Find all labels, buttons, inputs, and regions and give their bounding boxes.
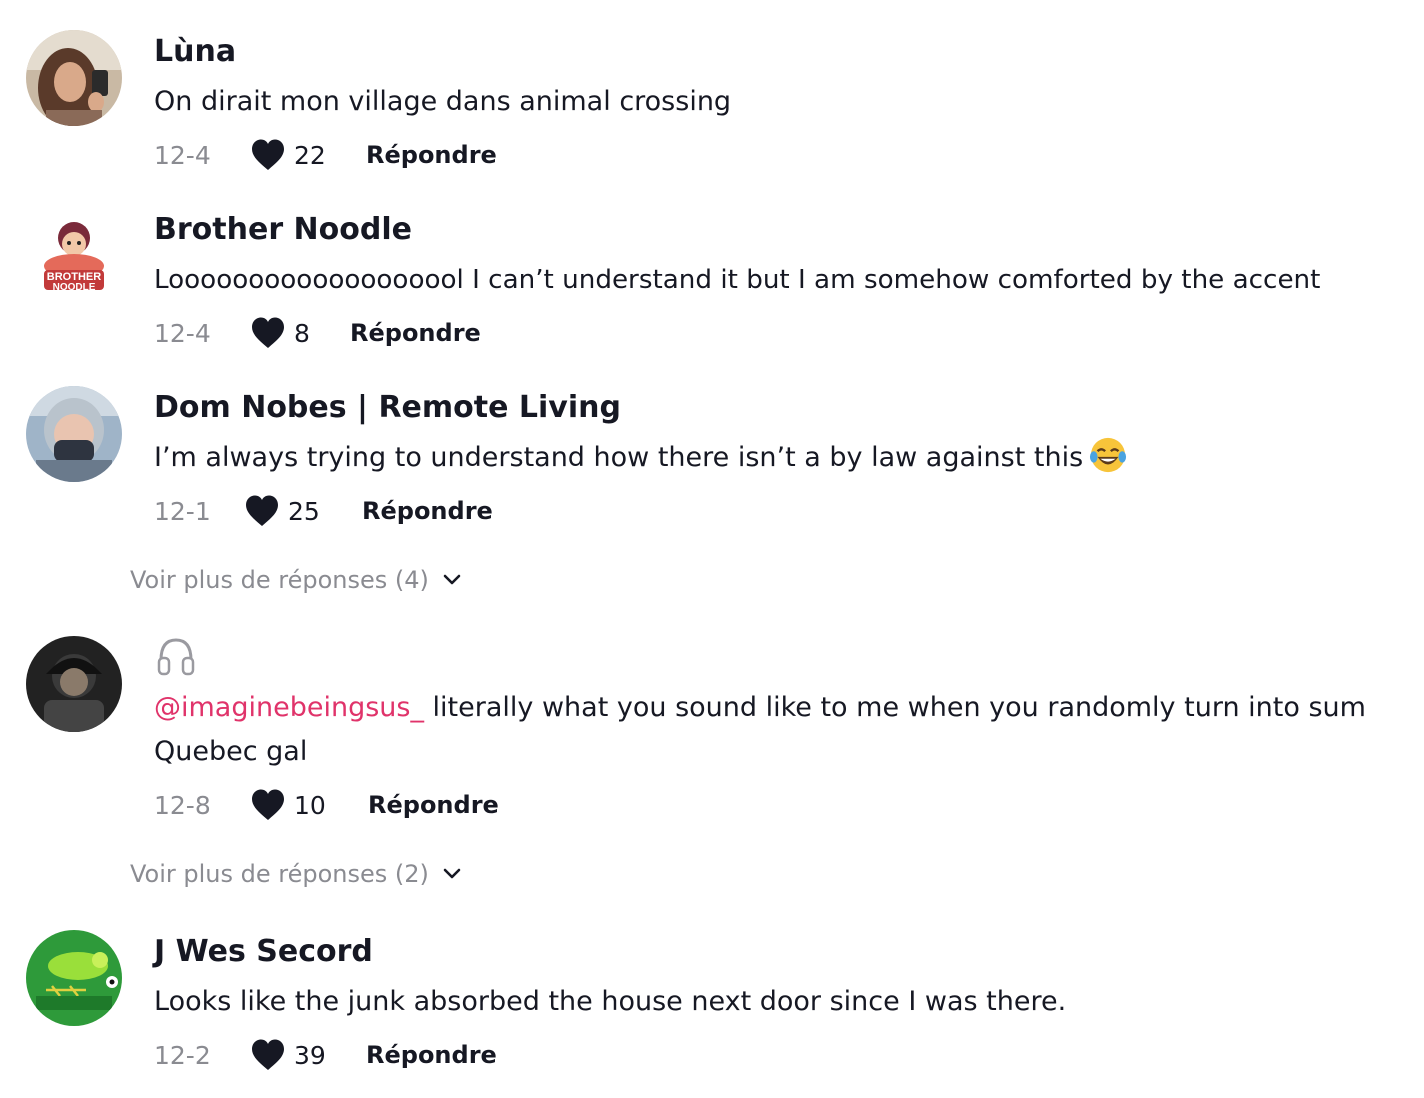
like-button[interactable]: 22 <box>250 138 358 172</box>
face-with-tears-of-joy-emoji <box>1090 437 1127 473</box>
view-more-replies-button[interactable]: Voir plus de réponses (4) <box>130 566 461 594</box>
comment-meta: 12-2 39 Répondre <box>154 1035 497 1075</box>
chevron-down-icon <box>443 574 461 585</box>
heart-icon <box>252 317 284 348</box>
comment-date: 12-8 <box>154 790 211 820</box>
username[interactable]: J Wes Secord <box>154 934 373 969</box>
comment-date: 12-1 <box>154 496 211 526</box>
avatar[interactable] <box>26 636 122 732</box>
like-count: 10 <box>294 790 326 820</box>
username[interactable]: Dom Nobes | Remote Living <box>154 390 621 425</box>
comment-text: Looooooooooooooooool I can’t understand … <box>154 265 1321 295</box>
reply-button[interactable]: Répondre <box>366 1041 497 1069</box>
heart-icon <box>252 789 284 820</box>
headphones-icon <box>157 638 195 676</box>
avatar[interactable]: BROTHER NOODLE <box>26 208 122 304</box>
chevron-down-icon <box>443 868 461 879</box>
like-count: 39 <box>294 1040 326 1070</box>
username[interactable]: Lùna <box>154 34 236 69</box>
username[interactable]: Brother Noodle <box>154 212 412 247</box>
reply-button[interactable]: Répondre <box>366 141 497 169</box>
user-mention-link[interactable]: @imaginebeingsus_ <box>154 692 424 723</box>
like-count: 22 <box>294 140 326 170</box>
reply-button[interactable]: Répondre <box>368 791 499 819</box>
comment-meta: 12-8 10 Répondre <box>154 785 499 825</box>
comment-text: Looks like the junk absorbed the house n… <box>154 986 1067 1017</box>
comment-text: I’m always trying to understand how ther… <box>154 436 1404 480</box>
reply-button[interactable]: Répondre <box>362 497 493 525</box>
like-count: 25 <box>288 496 320 526</box>
avatar[interactable] <box>26 30 122 126</box>
comment-date: 12-4 <box>154 318 211 348</box>
heart-icon <box>252 139 284 170</box>
heart-icon <box>252 1039 284 1070</box>
view-more-replies-label: Voir plus de réponses (2) <box>130 860 429 888</box>
comment-meta: 12-4 22 Répondre <box>154 135 497 175</box>
like-button[interactable]: 39 <box>250 1038 358 1072</box>
comment-text: On dirait mon village dans animal crossi… <box>154 86 732 117</box>
like-count: 8 <box>294 318 310 348</box>
comment-text-body: I’m always trying to understand how ther… <box>154 442 1084 473</box>
like-button[interactable]: 25 <box>244 494 354 528</box>
view-more-replies-button[interactable]: Voir plus de réponses (2) <box>130 860 461 888</box>
like-button[interactable]: 10 <box>250 788 360 822</box>
avatar-logo-text-2: NOODLE <box>53 282 96 293</box>
reply-button[interactable]: Répondre <box>350 319 481 347</box>
comment-date: 12-2 <box>154 1040 211 1070</box>
comment-text: @imaginebeingsus_ literally what you sou… <box>154 686 1404 774</box>
like-button[interactable]: 8 <box>250 316 342 350</box>
avatar[interactable] <box>26 930 122 1026</box>
view-more-replies-label: Voir plus de réponses (4) <box>130 566 429 594</box>
comment-meta: 12-4 8 Répondre <box>154 313 481 353</box>
comment-date: 12-4 <box>154 140 211 170</box>
comment-meta: 12-1 25 Répondre <box>154 491 493 531</box>
avatar[interactable] <box>26 386 122 482</box>
heart-icon <box>246 495 278 526</box>
